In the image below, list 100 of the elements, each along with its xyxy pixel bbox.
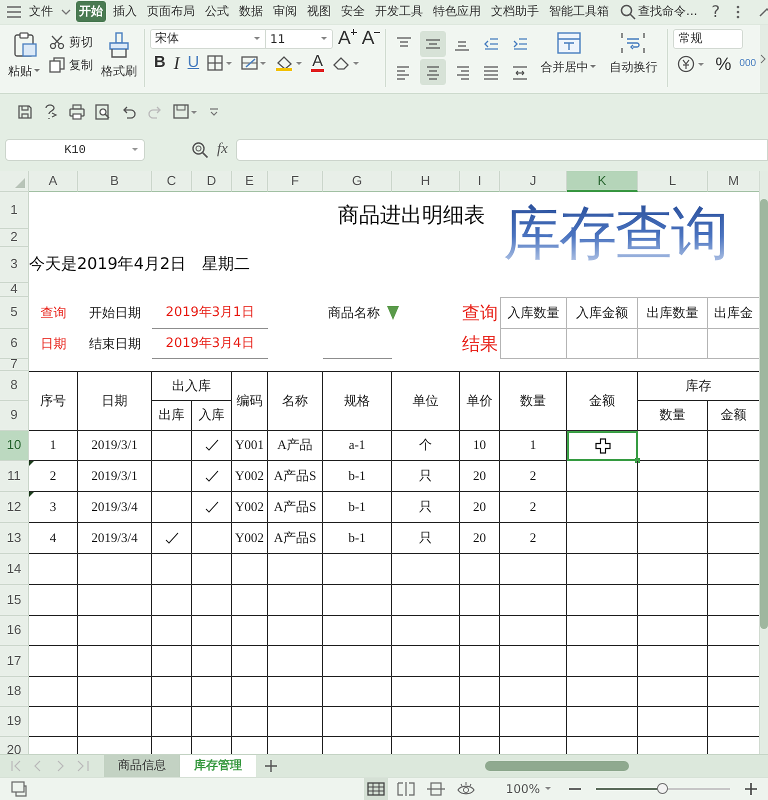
font-name-field[interactable]: 宋体 (150, 28, 266, 48)
undo-icon[interactable] (121, 104, 137, 120)
table-cell[interactable] (567, 522, 638, 554)
italic-button[interactable]: I (174, 54, 180, 72)
column-header[interactable]: K (567, 170, 638, 192)
menu-tab[interactable]: 插入 (110, 1, 140, 22)
column-header[interactable]: G (323, 170, 392, 192)
column-header[interactable]: L (638, 170, 708, 192)
row-header[interactable]: 15 (0, 584, 29, 616)
table-cell[interactable] (567, 460, 638, 492)
row-header[interactable]: 12 (0, 492, 29, 522)
number-format-field[interactable]: 常规 (673, 28, 744, 48)
column-header[interactable]: F (268, 170, 323, 192)
menu-tab[interactable]: 开始 (76, 1, 106, 22)
menu-tab[interactable]: 开发工具 (372, 1, 426, 22)
format-painter-button[interactable]: 格式刷 (99, 28, 139, 82)
dropdown-triangle-icon[interactable] (386, 304, 400, 320)
row-header[interactable]: 13 (0, 522, 29, 554)
wrap-text-button[interactable]: 自动换行 (604, 28, 662, 78)
bold-button[interactable]: B (154, 54, 166, 72)
fill-color-icon[interactable] (275, 54, 304, 72)
name-box[interactable]: K10 (5, 138, 145, 161)
row-header[interactable]: 14 (0, 554, 29, 584)
menu-tab[interactable]: 文件 (26, 1, 56, 22)
row-header[interactable]: 5 (0, 296, 29, 328)
row-header[interactable]: 20 (0, 736, 29, 754)
formula-input[interactable] (236, 138, 768, 161)
menu-tab[interactable]: 数据 (236, 1, 266, 22)
table-cell (392, 646, 460, 676)
add-sheet-icon[interactable] (264, 758, 278, 772)
selected-cell[interactable] (567, 430, 638, 460)
menu-tab[interactable]: 智能工具箱 (546, 1, 612, 22)
print-area-icon[interactable] (173, 104, 199, 120)
row-header[interactable]: 2 (0, 228, 29, 246)
zoom-slider-thumb[interactable] (657, 782, 668, 794)
row-header[interactable]: 1 (0, 192, 29, 228)
menu-tab[interactable]: 安全 (338, 1, 368, 22)
menu-tab[interactable]: 公式 (202, 1, 232, 22)
menu-tab[interactable]: 文档助手 (488, 1, 542, 22)
column-header[interactable]: I (460, 170, 500, 192)
menu-icon[interactable] (6, 4, 22, 19)
column-header[interactable]: A (29, 170, 78, 192)
row-header[interactable]: 9 (0, 400, 29, 430)
table-cell[interactable] (567, 492, 638, 522)
menu-tab[interactable]: 页面布局 (144, 1, 198, 22)
sheet-tab[interactable]: 库存管理 (180, 754, 256, 776)
underline-button[interactable]: U (188, 54, 200, 72)
zoom-in-icon[interactable] (744, 782, 758, 796)
chevron-down-icon[interactable] (60, 6, 72, 17)
borders-icon[interactable] (207, 54, 234, 70)
copy-button[interactable]: 复制 (49, 56, 93, 74)
cut-button[interactable]: 剪切 (49, 34, 93, 50)
row-header[interactable]: 17 (0, 646, 29, 676)
font-size-field[interactable]: 11 (265, 28, 333, 48)
save-icon[interactable] (17, 104, 33, 120)
cell-style-icon[interactable] (241, 54, 268, 70)
font-color-button[interactable]: A (311, 54, 324, 72)
column-header[interactable]: H (392, 170, 460, 192)
column-header[interactable]: D (192, 170, 232, 192)
row-header[interactable]: 3 (0, 246, 29, 282)
column-header[interactable]: M (708, 170, 760, 192)
row-header[interactable]: 11 (0, 460, 29, 492)
menu-tab[interactable]: 特色应用 (430, 1, 484, 22)
increase-font-button[interactable]: A (338, 30, 357, 48)
column-header[interactable]: E (232, 170, 268, 192)
percent-button[interactable]: % (715, 54, 732, 72)
row-header[interactable]: 10 (0, 430, 29, 460)
thousands-separator-button[interactable]: 000 (739, 54, 756, 72)
column-header[interactable]: J (500, 170, 567, 192)
row-header[interactable]: 6 (0, 328, 29, 358)
merge-center-button[interactable]: 合并居中 (535, 28, 602, 78)
print-preview-icon[interactable] (95, 104, 111, 120)
more-icon[interactable] (734, 4, 742, 20)
row-header[interactable]: 18 (0, 676, 29, 706)
column-header[interactable]: C (152, 170, 192, 192)
help-button[interactable]: ? (711, 2, 720, 22)
vertical-scrollbar[interactable] (760, 198, 768, 628)
zoom-formula-icon[interactable] (191, 140, 209, 159)
middle-align-button[interactable] (420, 30, 446, 56)
row-header[interactable]: 4 (0, 282, 29, 296)
row-header[interactable]: 16 (0, 616, 29, 646)
column-header[interactable]: B (78, 170, 152, 192)
row-header[interactable]: 19 (0, 706, 29, 736)
menu-tab[interactable]: 视图 (304, 1, 334, 22)
paste-button[interactable]: 粘贴 (6, 28, 43, 82)
sheet-tab[interactable]: 商品信息 (104, 754, 180, 776)
insert-function-button[interactable]: fx (217, 141, 228, 158)
decrease-font-button[interactable]: A (362, 30, 380, 48)
center-align-button[interactable] (420, 58, 446, 84)
customize-dropdown-icon[interactable] (209, 106, 219, 117)
eraser-icon[interactable] (332, 54, 360, 70)
row-header[interactable]: 7 (0, 358, 29, 370)
scroll-right-icon[interactable] (760, 54, 766, 64)
print-icon[interactable] (69, 104, 85, 120)
zoom-level-dropdown[interactable]: 100% (506, 782, 552, 796)
search-command-button[interactable]: 查找命令... (620, 3, 698, 20)
export-icon[interactable] (43, 104, 59, 120)
menu-tab[interactable]: 审阅 (270, 1, 300, 22)
normal-view-button[interactable] (364, 778, 388, 800)
row-header[interactable]: 8 (0, 370, 29, 400)
